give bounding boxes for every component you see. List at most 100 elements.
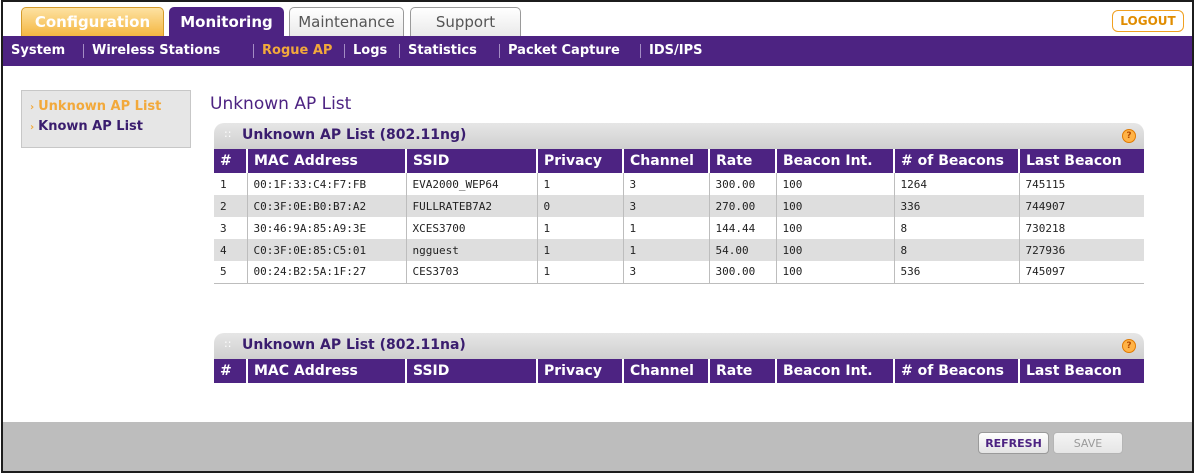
subnav-logs[interactable]: Logs xyxy=(353,43,387,58)
column-header: MAC Address xyxy=(247,149,407,173)
table-cell: 8 xyxy=(894,239,1020,261)
table-cell: 1 xyxy=(537,173,624,195)
column-header: SSID xyxy=(406,149,538,173)
table-cell: 1 xyxy=(537,217,624,239)
table-cell: C0:3F:0E:85:C5:01 xyxy=(247,239,407,261)
page-title: Unknown AP List xyxy=(210,94,352,114)
column-header: Beacon Int. xyxy=(776,149,895,173)
column-header: Last Beacon xyxy=(1019,359,1144,383)
column-header: # of Beacons xyxy=(894,149,1020,173)
table-cell: 300.00 xyxy=(709,261,777,284)
leftnav-label: Known AP List xyxy=(38,119,143,134)
table-cell: 744907 xyxy=(1019,195,1144,217)
column-header: Rate xyxy=(709,149,777,173)
table-cell: 1 xyxy=(537,239,624,261)
table-cell: 1264 xyxy=(894,173,1020,195)
table-cell: 727936 xyxy=(1019,239,1144,261)
table-cell: 3 xyxy=(214,217,248,239)
subnav-separator xyxy=(499,44,500,58)
table-cell: FULLRATEB7A2 xyxy=(406,195,538,217)
table-cell: 536 xyxy=(894,261,1020,284)
leftnav-label: Unknown AP List xyxy=(38,99,162,114)
app-frame: Configuration Monitoring Maintenance Sup… xyxy=(1,0,1194,473)
table-row: 3 30:46:9A:85:A9:3E XCES3700 1 1 144.44 100 8 73… xyxy=(214,217,1144,239)
table-cell: 1 xyxy=(623,239,710,261)
table-row: 5 00:24:B2:5A:1F:27 CES3703 1 3 300.00 100 536 7… xyxy=(214,261,1144,284)
grip-icon: :: xyxy=(224,127,232,140)
table-cell: 100 xyxy=(776,217,895,239)
table-cell: 144.44 xyxy=(709,217,777,239)
subnav-separator xyxy=(83,44,84,58)
table-cell: 1 xyxy=(623,217,710,239)
table-cell: 3 xyxy=(623,173,710,195)
subnav-separator xyxy=(344,44,345,58)
table-cell: 336 xyxy=(894,195,1020,217)
top-tab-bar: Configuration Monitoring Maintenance Sup… xyxy=(3,2,1192,37)
ap-table: # MAC Address SSID Privacy Channel Rate Beacon… xyxy=(214,149,1144,284)
table-cell: XCES3700 xyxy=(406,217,538,239)
tab-configuration[interactable]: Configuration xyxy=(21,7,164,37)
table-cell: EVA2000_WEP64 xyxy=(406,173,538,195)
table-header: # MAC Address SSID Privacy Channel Rate Beacon… xyxy=(214,359,1144,383)
ap-table: # MAC Address SSID Privacy Channel Rate Beacon… xyxy=(214,359,1144,383)
table-cell: ngguest xyxy=(406,239,538,261)
column-header: Channel xyxy=(623,359,710,383)
table-cell: 00:24:B2:5A:1F:27 xyxy=(247,261,407,284)
help-icon[interactable]: ? xyxy=(1122,129,1136,143)
table-cell: 300.00 xyxy=(709,173,777,195)
tab-maintenance[interactable]: Maintenance xyxy=(289,7,404,37)
tab-monitoring[interactable]: Monitoring xyxy=(169,7,284,37)
column-header: Channel xyxy=(623,149,710,173)
column-header: Rate xyxy=(709,359,777,383)
table-cell: 4 xyxy=(214,239,248,261)
column-header: Beacon Int. xyxy=(776,359,895,383)
table-cell: 0 xyxy=(537,195,624,217)
subnav-wireless-stations[interactable]: Wireless Stations xyxy=(92,43,220,58)
chevron-right-icon: › xyxy=(30,122,35,133)
section-title: Unknown AP List (802.11na) xyxy=(242,337,466,353)
subnav-system[interactable]: System xyxy=(11,43,65,58)
subnav-ids-ips[interactable]: IDS/IPS xyxy=(649,43,702,58)
column-header: SSID xyxy=(406,359,538,383)
table-cell: 54.00 xyxy=(709,239,777,261)
table-cell: 3 xyxy=(623,195,710,217)
table-cell: 1 xyxy=(537,261,624,284)
leftnav-known-ap-list[interactable]: › Known AP List xyxy=(30,119,143,134)
subnav-rogue-ap[interactable]: Rogue AP xyxy=(262,43,332,58)
grip-icon: :: xyxy=(224,337,232,350)
left-navigation: › Unknown AP List › Known AP List xyxy=(21,90,191,148)
column-header: # of Beacons xyxy=(894,359,1020,383)
table-cell: 730218 xyxy=(1019,217,1144,239)
column-header: MAC Address xyxy=(247,359,407,383)
table-cell: 1 xyxy=(214,173,248,195)
help-icon[interactable]: ? xyxy=(1122,339,1136,353)
table-cell: CES3703 xyxy=(406,261,538,284)
refresh-button[interactable]: REFRESH xyxy=(978,432,1049,454)
save-button[interactable]: SAVE xyxy=(1053,432,1123,454)
logout-button[interactable]: LOGOUT xyxy=(1112,10,1184,32)
table-cell: 745115 xyxy=(1019,173,1144,195)
section-title: Unknown AP List (802.11ng) xyxy=(242,127,467,143)
table-cell: 270.00 xyxy=(709,195,777,217)
leftnav-unknown-ap-list[interactable]: › Unknown AP List xyxy=(30,99,161,114)
subnav-packet-capture[interactable]: Packet Capture xyxy=(508,43,620,58)
column-header: Last Beacon xyxy=(1019,149,1144,173)
table-cell: 3 xyxy=(623,261,710,284)
subnav-statistics[interactable]: Statistics xyxy=(408,43,477,58)
table-cell: 30:46:9A:85:A9:3E xyxy=(247,217,407,239)
section-802-11ng: :: Unknown AP List (802.11ng) ? # MAC Add… xyxy=(214,123,1144,284)
table-cell: 5 xyxy=(214,261,248,284)
subnav-separator xyxy=(399,44,400,58)
table-row: 2 C0:3F:0E:B0:B7:A2 FULLRATEB7A2 0 3 270.00 10… xyxy=(214,195,1144,217)
footer-bar: REFRESH SAVE xyxy=(3,422,1192,471)
table-cell: 2 xyxy=(214,195,248,217)
section-header: :: Unknown AP List (802.11ng) ? xyxy=(214,123,1144,149)
table-cell: 100 xyxy=(776,261,895,284)
sub-navigation: System Wireless Stations Rogue AP Logs S… xyxy=(3,36,1192,66)
column-header: # xyxy=(214,359,248,383)
table-cell: 100 xyxy=(776,239,895,261)
section-header: :: Unknown AP List (802.11na) ? xyxy=(214,333,1144,359)
table-row: 1 00:1F:33:C4:F7:FB EVA2000_WEP64 1 3 300.00 1… xyxy=(214,173,1144,195)
table-cell: 745097 xyxy=(1019,261,1144,284)
tab-support[interactable]: Support xyxy=(410,7,521,37)
